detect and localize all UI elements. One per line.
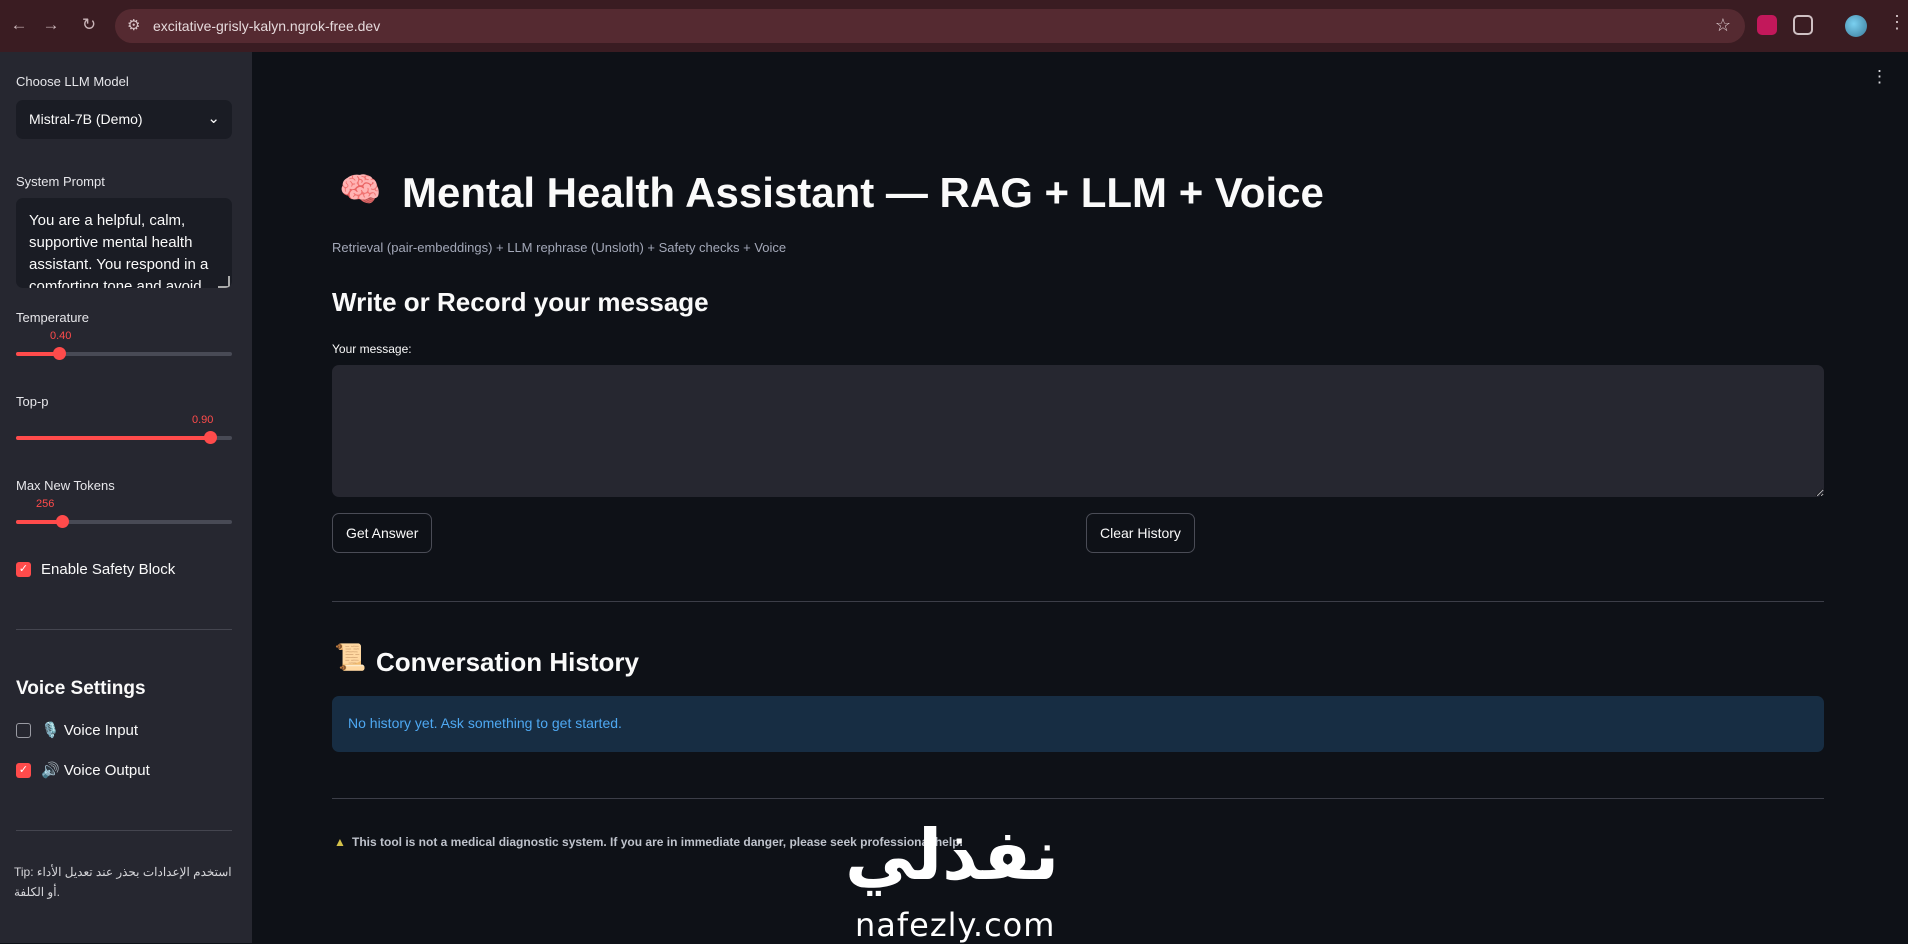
max-tokens-slider-thumb[interactable] — [56, 515, 70, 528]
top-p-slider-fill — [16, 436, 211, 440]
main-divider — [332, 601, 1824, 602]
temperature-slider-thumb[interactable] — [53, 347, 67, 360]
temperature-slider[interactable] — [16, 347, 232, 360]
clear-history-button[interactable]: Clear History — [1086, 513, 1195, 553]
app-menu-icon[interactable]: ⋮ — [1871, 67, 1888, 87]
system-prompt-label: System Prompt — [16, 174, 105, 189]
watermark-latin: nafezly.com — [855, 906, 1056, 944]
model-select-value: Mistral-7B (Demo) — [29, 111, 143, 127]
watermark-arabic: نفذلي — [845, 814, 1060, 896]
scroll-icon: 📜 — [334, 642, 367, 672]
max-tokens-label: Max New Tokens — [16, 478, 115, 493]
sidebar-tip: Tip: استخدم الإعدادات بحذر عند تعديل الأ… — [14, 865, 232, 899]
safety-label: Enable Safety Block — [41, 560, 176, 578]
section-heading: Write or Record your message — [332, 287, 709, 317]
model-label: Choose LLM Model — [16, 74, 129, 89]
reload-icon[interactable]: ↻ — [78, 14, 100, 36]
max-tokens-slider[interactable] — [16, 515, 232, 528]
system-prompt-text: You are a helpful, calm, supportive ment… — [29, 212, 209, 288]
sidebar: Choose LLM Model Mistral-7B (Demo) ⌄ Sys… — [0, 52, 252, 943]
message-label: Your message: — [332, 342, 412, 356]
extension-icon[interactable] — [1757, 15, 1777, 35]
brain-icon: 🧠 — [339, 171, 382, 209]
get-answer-button[interactable]: Get Answer — [332, 513, 433, 553]
message-textarea[interactable] — [332, 365, 1824, 497]
browser-toolbar: ← → ↻ ⚙ excitative-grisly-kalyn.ngrok-fr… — [0, 0, 1908, 53]
page-subtitle: Retrieval (pair-embeddings) + LLM rephra… — [332, 240, 787, 255]
model-select[interactable]: Mistral-7B (Demo) ⌄ — [16, 100, 232, 139]
voice-output-row[interactable]: ✓ 🔊 Voice Output — [16, 760, 150, 780]
top-p-slider[interactable] — [16, 431, 232, 444]
safety-checkbox[interactable]: ✓ — [16, 561, 31, 577]
page-title: Mental Health Assistant — RAG + LLM + Vo… — [402, 169, 1324, 216]
top-p-slider-thumb[interactable] — [204, 431, 218, 444]
site-settings-icon[interactable]: ⚙ — [127, 16, 140, 34]
voice-output-checkbox[interactable]: ✓ — [16, 762, 31, 778]
history-heading: Conversation History — [376, 647, 639, 677]
profile-avatar[interactable] — [1845, 15, 1867, 37]
forward-icon[interactable]: → — [40, 14, 62, 36]
system-prompt-textarea[interactable]: You are a helpful, calm, supportive ment… — [16, 198, 232, 288]
main-content: ⋮ 🧠 Mental Health Assistant — RAG + LLM … — [252, 52, 1908, 943]
address-bar[interactable]: ⚙ excitative-grisly-kalyn.ngrok-free.dev… — [115, 9, 1745, 43]
max-tokens-value: 256 — [36, 498, 55, 510]
main-divider-2 — [332, 798, 1824, 799]
voice-output-label: 🔊 Voice Output — [41, 762, 150, 779]
voice-input-checkbox[interactable] — [16, 722, 31, 738]
bookmark-star-icon[interactable]: ☆ — [1715, 15, 1731, 36]
top-p-value: 0.90 — [192, 414, 214, 426]
voice-settings-heading: Voice Settings — [16, 678, 146, 699]
sidebar-divider — [16, 629, 232, 630]
safety-checkbox-row[interactable]: ✓ Enable Safety Block — [16, 559, 175, 579]
history-empty-text: No history yet. Ask something to get sta… — [348, 715, 622, 731]
back-icon[interactable]: ← — [8, 14, 30, 36]
voice-input-label: 🎙️ Voice Input — [41, 722, 139, 739]
warning-icon: ▲ — [334, 835, 346, 849]
puzzle-icon[interactable] — [1793, 15, 1813, 35]
menu-icon[interactable]: ⋮ — [1888, 12, 1906, 33]
chevron-down-icon: ⌄ — [207, 110, 220, 127]
temperature-label: Temperature — [16, 310, 89, 325]
url-text[interactable]: excitative-grisly-kalyn.ngrok-free.dev — [153, 18, 380, 34]
resize-handle-icon[interactable] — [218, 276, 230, 288]
top-p-label: Top-p — [16, 394, 49, 409]
sidebar-divider-2 — [16, 830, 232, 831]
voice-input-row[interactable]: 🎙️ Voice Input — [16, 720, 138, 740]
history-info-box: No history yet. Ask something to get sta… — [332, 696, 1824, 752]
temperature-value: 0.40 — [50, 330, 72, 342]
